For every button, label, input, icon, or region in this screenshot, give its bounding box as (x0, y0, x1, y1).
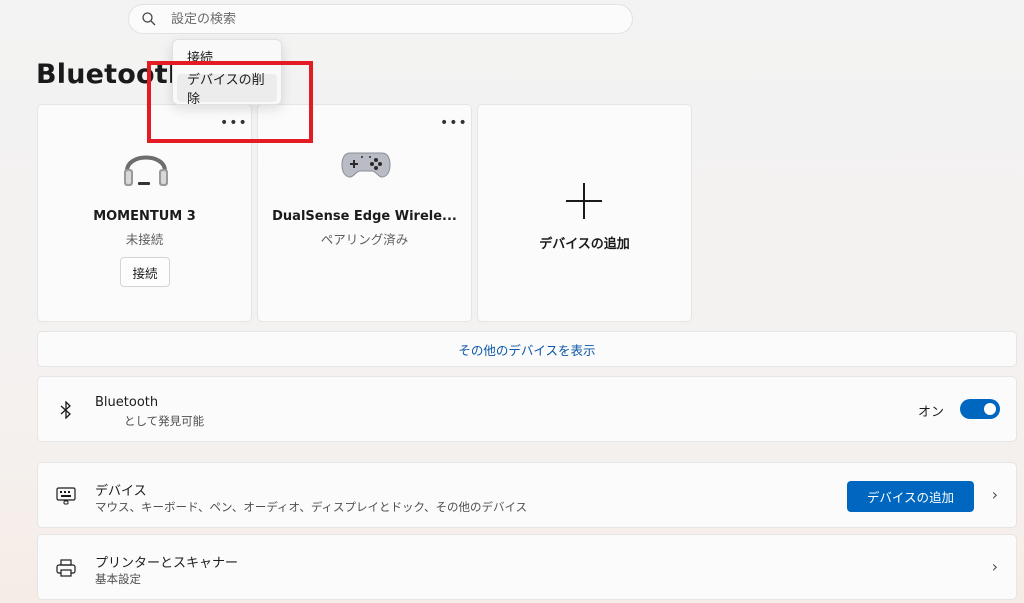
gamepad-icon (341, 152, 391, 178)
connect-button[interactable]: 接続 (120, 257, 170, 287)
printer-icon (56, 559, 76, 577)
menu-item-remove-device[interactable]: デバイスの削除 (177, 73, 277, 107)
show-more-devices-link[interactable]: その他のデバイスを表示 (37, 331, 1017, 367)
devices-setting-row[interactable]: デバイス マウス、キーボード、ペン、オーディオ、ディスプレイとドック、その他のデ… (37, 462, 1017, 528)
bluetooth-subtitle: として発見可能 (124, 414, 205, 428)
bluetooth-icon (60, 401, 71, 419)
more-options-button[interactable]: ••• (220, 115, 248, 131)
devices-subtitle: マウス、キーボード、ペン、オーディオ、ディスプレイとドック、その他のデバイス (95, 500, 528, 514)
bluetooth-setting-row: Bluetooth として発見可能 オン (37, 376, 1017, 442)
add-device-label: デバイスの追加 (539, 237, 630, 252)
keyboard-icon (56, 487, 76, 505)
chevron-right-icon[interactable]: › (992, 557, 998, 576)
toggle-state-label: オン (917, 405, 944, 420)
menu-item-connect[interactable]: 接続 (187, 47, 213, 66)
devices-title: デバイス (95, 484, 147, 499)
toggle-knob (984, 403, 996, 415)
bluetooth-title: Bluetooth (95, 395, 159, 410)
printers-title: プリンターとスキャナー (95, 556, 239, 571)
printers-setting-row[interactable]: プリンターとスキャナー 基本設定 › (37, 534, 1017, 600)
settings-search-box[interactable] (128, 4, 633, 34)
device-status: ペアリング済み (320, 232, 409, 247)
device-card-dualsense[interactable]: ••• DualSense Edge Wirele... ペアリング済み (257, 104, 472, 322)
printers-subtitle: 基本設定 (95, 572, 141, 586)
device-status: 未接続 (125, 232, 164, 247)
bluetooth-toggle[interactable] (960, 399, 1000, 419)
device-name: DualSense Edge Wirele... (272, 209, 457, 224)
device-card-momentum[interactable]: ••• MOMENTUM 3 未接続 接続 (37, 104, 252, 322)
add-device-button[interactable]: デバイスの追加 (847, 481, 974, 512)
device-name: MOMENTUM 3 (93, 209, 196, 224)
plus-icon (566, 183, 602, 219)
search-input[interactable] (171, 11, 611, 27)
headphones-icon (124, 155, 168, 186)
search-icon (142, 12, 156, 26)
add-device-card[interactable]: デバイスの追加 (477, 104, 692, 322)
device-context-menu: 接続 デバイスの削除 (172, 39, 282, 107)
chevron-right-icon[interactable]: › (992, 485, 998, 504)
more-options-button[interactable]: ••• (440, 115, 468, 131)
